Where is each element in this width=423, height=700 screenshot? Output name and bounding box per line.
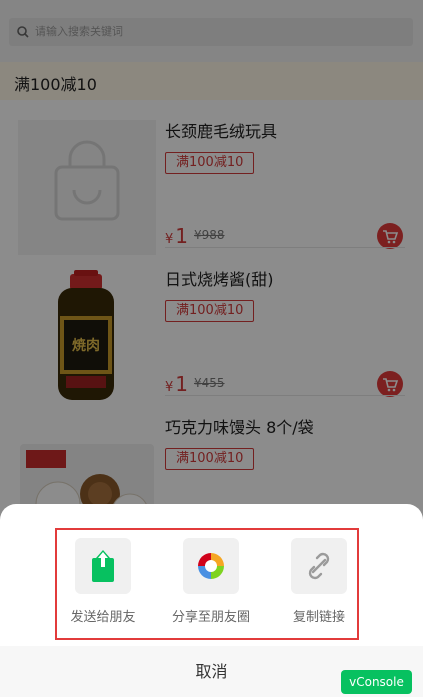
share-option-label: 复制链接 [292,610,345,625]
moments-icon [183,538,239,594]
share-option-label: 发送给朋友 [70,610,136,625]
copy-link-option[interactable]: 复制链接 [289,538,349,638]
share-option-label: 分享至朋友圈 [171,610,250,625]
link-icon [291,538,347,594]
share-sheet: 发送给朋友 分享至朋友圈 复制链接 取消 [0,504,423,697]
share-to-friend-icon [75,538,131,594]
product-list-page: 请输入搜索关键词 满100减10 长颈鹿毛绒玩具 满100减10 ¥1 ¥988 [0,0,423,697]
share-options-highlight: 发送给朋友 分享至朋友圈 复制链接 [55,528,359,640]
moments-option[interactable]: 分享至朋友圈 [172,538,250,638]
share-to-friend-option[interactable]: 发送给朋友 [70,538,136,638]
vconsole-button[interactable]: vConsole [341,670,412,694]
